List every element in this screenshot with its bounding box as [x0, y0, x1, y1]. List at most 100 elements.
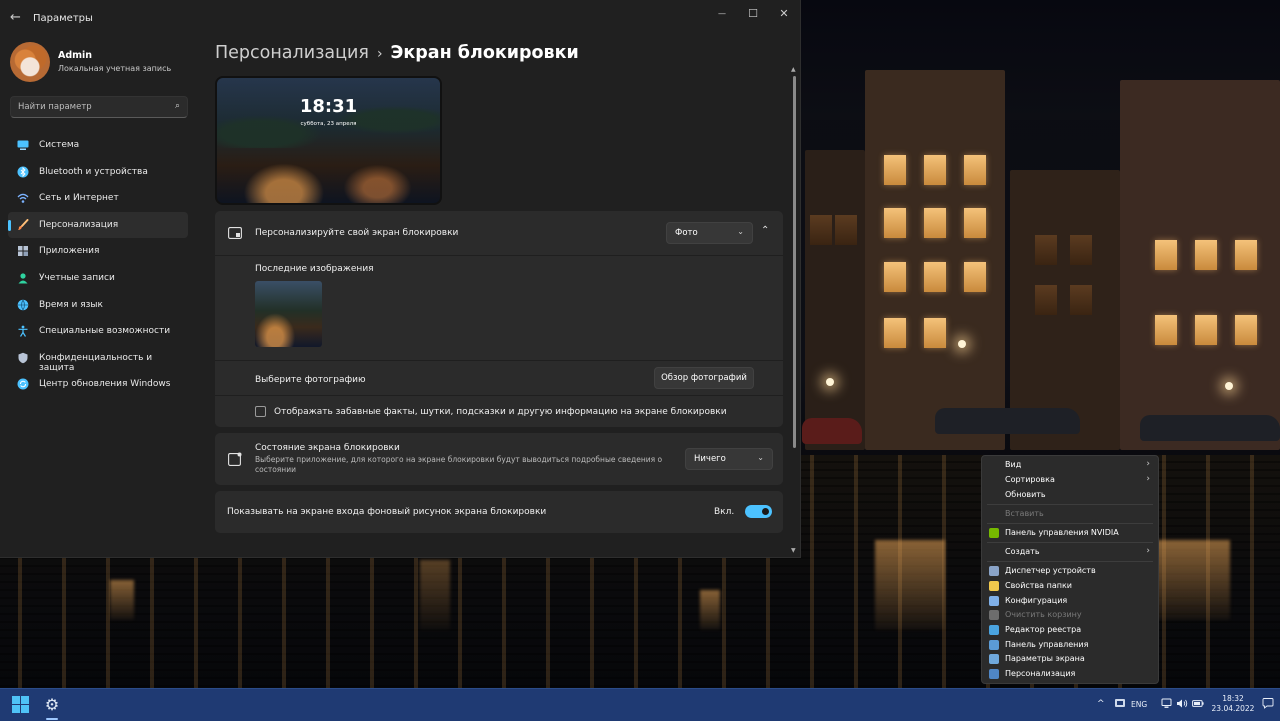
menu-item-label: Панель управления — [1005, 640, 1089, 649]
choose-photo-label: Выберите фотографию — [255, 375, 366, 385]
wallpaper-reflection — [1150, 540, 1230, 620]
title-bar[interactable]: ← Параметры — ☐ ✕ — [0, 0, 800, 34]
background-type-dropdown[interactable]: Фото ⌄ — [666, 222, 753, 244]
language-indicator[interactable]: ENG — [1131, 700, 1147, 709]
menu-item-sort[interactable]: Сортировка › — [982, 473, 1158, 488]
lock-screen-status-card[interactable]: Состояние экрана блокировки Выберите при… — [215, 433, 783, 485]
menu-item-personalize[interactable]: Персонализация — [982, 667, 1158, 682]
windows-logo-tile — [12, 705, 20, 713]
status-title: Состояние экрана блокировки — [255, 443, 400, 453]
wallpaper-window — [964, 262, 986, 292]
wallpaper-car — [935, 408, 1080, 434]
sidebar-nav: Система Bluetooth и устройства Сеть и Ин… — [0, 132, 200, 398]
personalize-header-row[interactable]: Персонализируйте свой экран блокировки Ф… — [215, 211, 783, 255]
menu-item-control-panel[interactable]: Панель управления — [982, 638, 1158, 653]
menu-separator — [987, 561, 1153, 562]
menu-item-label: Обновить — [1005, 490, 1046, 499]
breadcrumb: Персонализация › Экран блокировки — [215, 43, 579, 63]
sidebar-item-accessibility[interactable]: Специальные возможности — [8, 318, 188, 345]
recent-image-thumbnail[interactable] — [255, 281, 322, 347]
settings-taskbar-icon[interactable]: ⚙ — [42, 695, 62, 715]
menu-item-paste[interactable]: Вставить — [982, 507, 1158, 522]
wallpaper-car — [802, 418, 862, 444]
windows-logo-tile — [21, 705, 29, 713]
search-icon[interactable]: ⌕ — [175, 101, 180, 111]
sidebar-item-network[interactable]: Сеть и Интернет — [8, 185, 188, 212]
status-app-dropdown[interactable]: Ничего ⌄ — [685, 448, 773, 470]
preview-time: 18:31 — [299, 96, 358, 117]
menu-item-empty-recycle-bin[interactable]: Очистить корзину — [982, 608, 1158, 623]
scroll-down-icon[interactable]: ▼ — [791, 547, 796, 554]
menu-item-refresh[interactable]: Обновить — [982, 488, 1158, 503]
menu-item-new[interactable]: Создать › — [982, 545, 1158, 560]
minimize-button[interactable]: — — [708, 6, 736, 22]
sidebar-item-system[interactable]: Система — [8, 132, 188, 159]
chevron-up-icon[interactable]: ^ — [1097, 699, 1105, 709]
sidebar-item-label: Конфиденциальность и защита — [39, 352, 153, 373]
sidebar-item-privacy[interactable]: Конфиденциальность и защита — [8, 345, 188, 373]
wallpaper-window — [1235, 240, 1257, 270]
chevron-up-icon[interactable]: ⌃ — [761, 225, 769, 236]
wallpaper-window — [924, 262, 946, 292]
scroll-up-icon[interactable]: ▲ — [791, 66, 796, 73]
menu-item-nvidia[interactable]: Панель управления NVIDIA — [982, 526, 1158, 541]
menu-item-configuration[interactable]: Конфигурация — [982, 594, 1158, 609]
menu-item-device-manager[interactable]: Диспетчер устройств — [982, 564, 1158, 579]
avatar[interactable] — [10, 42, 50, 82]
close-button[interactable]: ✕ — [770, 6, 798, 22]
personalize-lock-screen-card: Персонализируйте свой экран блокировки Ф… — [215, 211, 783, 427]
sidebar-item-label: Персонализация — [39, 219, 119, 230]
account-icon — [17, 272, 29, 284]
sidebar-item-bluetooth[interactable]: Bluetooth и устройства — [8, 159, 188, 186]
taskbar-clock[interactable]: 18:32 23.04.2022 — [1210, 694, 1256, 714]
tray-app-icon[interactable] — [1114, 697, 1126, 712]
sidebar-item-windows-update[interactable]: Центр обновления Windows — [8, 371, 188, 398]
search-input[interactable]: Найти параметр ⌕ — [10, 96, 188, 118]
breadcrumb-separator: › — [376, 46, 383, 62]
status-subtitle: Выберите приложение, для которого на экр… — [255, 455, 663, 464]
fun-facts-checkbox[interactable] — [255, 406, 266, 417]
battery-icon[interactable] — [1192, 698, 1204, 712]
personalize-icon — [989, 669, 999, 679]
windows-logo-tile — [21, 696, 29, 704]
sidebar-item-apps[interactable]: Приложения — [8, 238, 188, 265]
start-button[interactable] — [12, 696, 30, 714]
menu-item-label: Панель управления NVIDIA — [1005, 528, 1119, 537]
wallpaper-reflection — [875, 540, 945, 630]
wallpaper-window — [1070, 235, 1092, 265]
maximize-button[interactable]: ☐ — [739, 6, 767, 22]
wallpaper-reflection — [700, 590, 720, 630]
apps-icon — [17, 245, 29, 257]
wallpaper-building — [805, 150, 865, 450]
notification-icon[interactable] — [1262, 697, 1274, 712]
sign-in-background-toggle[interactable] — [745, 505, 772, 518]
menu-item-label: Вставить — [1005, 509, 1044, 518]
sidebar-item-personalization[interactable]: Персонализация — [8, 211, 188, 239]
wallpaper-window — [1195, 315, 1217, 345]
scrollbar-thumb[interactable] — [793, 76, 796, 448]
update-icon — [17, 378, 29, 390]
sidebar-item-label: Время и язык — [39, 299, 103, 310]
network-icon[interactable] — [1161, 698, 1173, 712]
accessibility-icon — [17, 325, 29, 337]
menu-item-registry-editor[interactable]: Редактор реестра — [982, 623, 1158, 638]
street-lamp — [1225, 382, 1233, 390]
menu-item-label: Создать — [1005, 547, 1040, 556]
menu-separator — [987, 542, 1153, 543]
menu-item-folder-options[interactable]: Свойства папки — [982, 579, 1158, 594]
chevron-right-icon: › — [1146, 546, 1150, 556]
menu-item-label: Параметры экрана — [1005, 654, 1085, 663]
sidebar-item-time-language[interactable]: Время и язык — [8, 292, 188, 319]
sidebar-item-accounts[interactable]: Учетные записи — [8, 265, 188, 292]
back-button[interactable]: ← — [10, 10, 21, 25]
search-placeholder: Найти параметр — [18, 102, 92, 112]
menu-item-label: Свойства папки — [1005, 581, 1073, 590]
menu-item-view[interactable]: Вид › — [982, 458, 1158, 473]
breadcrumb-parent[interactable]: Персонализация — [215, 43, 369, 63]
sidebar-item-label: Специальные возможности — [39, 326, 171, 337]
page-title: Экран блокировки — [390, 43, 579, 63]
menu-item-display-settings[interactable]: Параметры экрана — [982, 652, 1158, 667]
volume-icon[interactable] — [1176, 698, 1188, 712]
chevron-right-icon: › — [1146, 459, 1150, 469]
browse-photos-button[interactable]: Обзор фотографий — [654, 367, 754, 389]
